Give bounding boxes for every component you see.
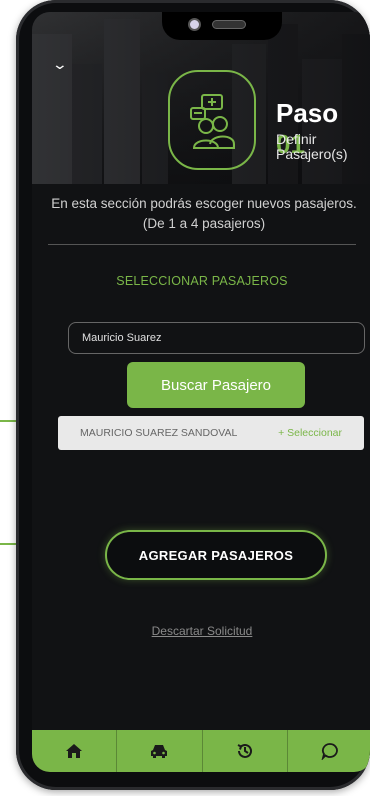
search-passenger-button[interactable]: Buscar Pasajero xyxy=(127,362,305,408)
select-passengers-title: SELECCIONAR PASAJEROS xyxy=(116,274,288,288)
passenger-result-name: MAURICIO SUAREZ SANDOVAL xyxy=(80,427,238,439)
home-icon xyxy=(66,744,83,758)
nav-home[interactable] xyxy=(32,730,118,772)
bottom-nav xyxy=(32,730,370,772)
phone-notch xyxy=(162,12,282,40)
passenger-result-row[interactable]: MAURICIO SUAREZ SANDOVAL + Seleccionar xyxy=(58,416,364,450)
phone-frame: ⌄ Paso 01 Definir Pasajero(s) En esta se… xyxy=(16,0,370,790)
history-icon xyxy=(237,743,252,758)
discard-request-link[interactable]: Descartar Solicitud xyxy=(32,624,370,638)
car-icon xyxy=(151,744,168,758)
nav-chat[interactable] xyxy=(288,730,370,772)
step-subtitle: Definir Pasajero(s) xyxy=(276,131,348,162)
section-description: En esta sección podrás escoger nuevos pa… xyxy=(51,196,357,231)
chat-icon xyxy=(321,743,338,760)
nav-history[interactable] xyxy=(203,730,288,772)
camera-icon xyxy=(188,18,201,31)
speaker-grille xyxy=(212,20,246,29)
step-word: Paso xyxy=(276,98,339,128)
nav-trips[interactable] xyxy=(117,730,203,772)
app-screen: ⌄ Paso 01 Definir Pasajero(s) En esta se… xyxy=(32,12,370,772)
passengers-step-icon xyxy=(168,70,256,170)
divider xyxy=(48,244,356,245)
select-passenger-link[interactable]: + Seleccionar xyxy=(278,427,342,439)
passenger-search-input[interactable] xyxy=(68,322,365,354)
chevron-down-icon[interactable]: ⌄ xyxy=(52,56,68,73)
add-passengers-button[interactable]: AGREGAR PASAJEROS xyxy=(105,530,327,580)
